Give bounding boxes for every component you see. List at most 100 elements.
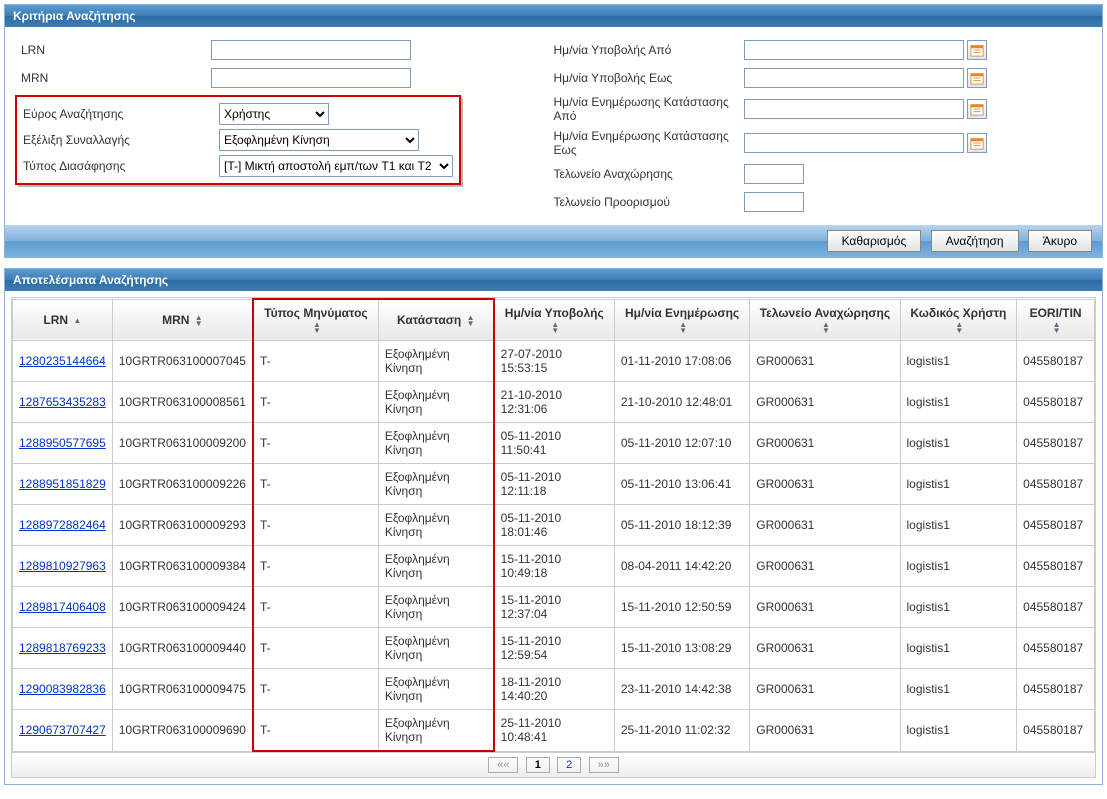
cell-lrn: 1289810927963 [13,546,113,587]
col-mrn[interactable]: MRN ▲▼ [112,299,253,341]
cell-mrn: 10GRTR063100009226 [112,464,253,505]
pager-first[interactable]: «« [488,757,518,773]
lrn-link[interactable]: 1288972882464 [19,518,106,532]
cell-type: T- [253,710,378,752]
cell-type: T- [253,464,378,505]
cell-eori: 045580187 [1017,587,1095,628]
col-msg-type[interactable]: Τύπος Μηνύματος ▲▼ [253,299,378,341]
lrn-label: LRN [21,43,211,57]
cell-submit: 21-10-2010 12:31:06 [494,382,615,423]
submit-date-to-label: Ημ/νία Υποβολής Εως [554,71,744,85]
cell-update: 05-11-2010 12:07:10 [614,423,749,464]
sort-icon: ▲▼ [679,322,687,334]
action-bar: Καθαρισμός Αναζήτηση Άκυρο [5,225,1102,257]
results-panel-header: Αποτελέσματα Αναζήτησης [5,269,1102,291]
cell-user: logistis1 [900,710,1017,752]
table-row: 1288951851829 10GRTR063100009226T-Εξοφλημ… [13,464,1095,505]
table-row: 128981092796310GRTR063100009384T-Εξοφλημ… [13,546,1095,587]
col-update-date[interactable]: Ημ/νία Ενημέρωσης ▲▼ [614,299,749,341]
search-button[interactable]: Αναζήτηση [931,230,1019,252]
cell-eori: 045580187 [1017,423,1095,464]
lrn-input[interactable] [211,40,411,60]
sort-icon: ▲▼ [822,322,830,334]
lrn-link[interactable]: 1287653435283 [19,395,106,409]
col-eori[interactable]: EORI/TIN ▲▼ [1017,299,1095,341]
transaction-progress-select[interactable]: Εξοφλημένη Κίνηση [219,129,419,151]
sort-icon: ▲▼ [313,322,321,334]
lrn-link[interactable]: 1280235144664 [19,354,106,368]
sort-icon: ▲▼ [1053,322,1061,334]
submit-date-from-input[interactable] [744,40,964,60]
cell-lrn: 1288972882464 [13,505,113,546]
calendar-icon[interactable] [967,133,987,153]
cancel-button[interactable]: Άκυρο [1028,230,1092,252]
search-range-select[interactable]: Χρήστης [219,103,329,125]
cell-update: 08-04-2011 14:42:20 [614,546,749,587]
status-update-from-input[interactable] [744,99,964,119]
sort-icon: ▲▼ [195,315,203,327]
destination-customs-input[interactable] [744,192,804,212]
lrn-link[interactable]: 1288950577695 [19,436,106,450]
criteria-panel-header: Κριτήρια Αναζήτησης [5,5,1102,27]
cell-mrn: 10GRTR063100008561 [112,382,253,423]
sort-icon: ▲▼ [551,322,559,334]
mrn-input[interactable] [211,68,411,88]
col-status[interactable]: Κατάσταση ▲▼ [378,299,493,341]
cell-submit: 25-11-2010 10:48:41 [494,710,615,752]
cell-eori: 045580187 [1017,546,1095,587]
highlighted-criteria-box: Εύρος Αναζήτησης Χρήστης Εξέλιξη Συναλλα… [15,95,461,185]
col-user-code[interactable]: Κωδικός Χρήστη ▲▼ [900,299,1017,341]
destination-customs-label: Τελωνείο Προορισμού [554,195,744,209]
lrn-link[interactable]: 1288951851829 [19,477,106,491]
cell-customs: GR000631 [750,669,900,710]
col-departure-customs[interactable]: Τελωνείο Αναχώρησης ▲▼ [750,299,900,341]
cell-status: Εξοφλημένη Κίνηση [378,341,493,382]
cell-status: Εξοφλημένη Κίνηση [378,464,493,505]
cell-status: Εξοφλημένη Κίνηση [378,628,493,669]
cell-submit: 05-11-2010 11:50:41 [494,423,615,464]
lrn-link[interactable]: 1289810927963 [19,559,106,573]
cell-lrn: 1289817406408 [13,587,113,628]
pager: «« 1 2 »» [12,752,1095,777]
cell-mrn: 10GRTR063100009690 [112,710,253,752]
cell-status: Εξοφλημένη Κίνηση [378,587,493,628]
col-lrn[interactable]: LRN ▲ [13,299,113,341]
departure-customs-input[interactable] [744,164,804,184]
cell-type: T- [253,628,378,669]
cell-type: T- [253,587,378,628]
cell-type: T- [253,546,378,587]
lrn-link[interactable]: 1289818769233 [19,641,106,655]
cell-status: Εξοφλημένη Κίνηση [378,423,493,464]
calendar-icon[interactable] [967,40,987,60]
cell-update: 05-11-2010 13:06:41 [614,464,749,505]
clear-button[interactable]: Καθαρισμός [827,230,922,252]
lrn-link[interactable]: 1290083982836 [19,682,106,696]
lrn-link[interactable]: 1290673707427 [19,723,106,737]
cell-customs: GR000631 [750,382,900,423]
cell-customs: GR000631 [750,710,900,752]
pager-last[interactable]: »» [589,757,619,773]
status-update-to-input[interactable] [744,133,964,153]
status-update-from-label: Ημ/νία Ενημέρωσης Κατάστασης Από [554,95,744,123]
calendar-icon[interactable] [967,68,987,88]
cell-submit: 15-11-2010 10:49:18 [494,546,615,587]
cell-lrn: 1289818769233 [13,628,113,669]
cell-mrn: 10GRTR063100009440 [112,628,253,669]
lrn-link[interactable]: 1289817406408 [19,600,106,614]
col-submit-date[interactable]: Ημ/νία Υποβολής ▲▼ [494,299,615,341]
pager-page-1[interactable]: 1 [526,757,550,773]
cell-submit: 05-11-2010 12:11:18 [494,464,615,505]
departure-customs-label: Τελωνείο Αναχώρησης [554,167,744,181]
declaration-type-select[interactable]: [T-] Μικτή αποστολή εμπ/των T1 και T2 [219,155,453,177]
cell-eori: 045580187 [1017,341,1095,382]
transaction-progress-label: Εξέλιξη Συναλλαγής [23,133,219,147]
calendar-icon[interactable] [967,99,987,119]
cell-user: logistis1 [900,587,1017,628]
cell-mrn: 10GRTR063100007045 [112,341,253,382]
cell-type: T- [253,505,378,546]
pager-page-2[interactable]: 2 [557,757,581,773]
cell-lrn: 1288951851829 [13,464,113,505]
declaration-type-label: Τύπος Διασάφησης [23,159,219,173]
cell-status: Εξοφλημένη Κίνηση [378,505,493,546]
submit-date-to-input[interactable] [744,68,964,88]
